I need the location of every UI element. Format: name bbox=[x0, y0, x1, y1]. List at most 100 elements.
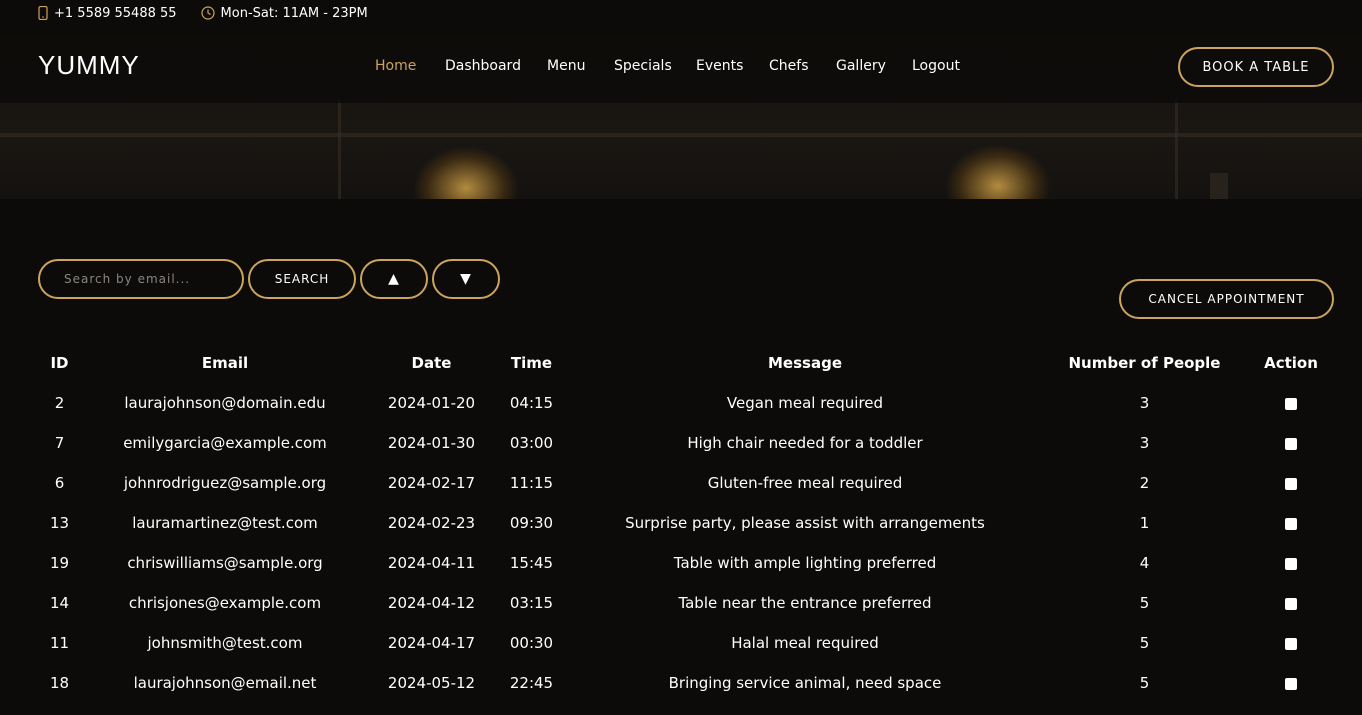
cell-action bbox=[1248, 383, 1334, 423]
header-people: Number of People bbox=[1068, 354, 1221, 372]
cell-time: 15:45 bbox=[509, 554, 554, 572]
table-row: 7 emilygarcia@example.com 2024-01-30 03:00 H… bbox=[38, 423, 1334, 463]
cell-people: 4 bbox=[1139, 554, 1150, 572]
header-action: Action bbox=[1264, 354, 1318, 372]
cell-time: 03:15 bbox=[509, 594, 554, 612]
select-checkbox[interactable] bbox=[1285, 397, 1297, 410]
nav-events[interactable]: Events bbox=[696, 58, 743, 74]
cell-date: 2024-01-20 bbox=[387, 394, 476, 412]
cell-id: 11 bbox=[49, 634, 70, 652]
nav-specials[interactable]: Specials bbox=[614, 58, 672, 74]
reservations-table: ID Email Date Time Message Number of Peo… bbox=[38, 343, 1334, 703]
nav-menu[interactable]: Menu bbox=[547, 58, 585, 74]
cell-people: 5 bbox=[1139, 674, 1150, 692]
site-header bbox=[0, 38, 1362, 103]
brand-logo[interactable]: YUMMY bbox=[38, 50, 140, 81]
cell-message: Bringing service animal, need space bbox=[668, 674, 942, 692]
search-button[interactable]: SEARCH bbox=[248, 259, 356, 299]
table-row: 14 chrisjones@example.com 2024-04-12 03:15 T… bbox=[38, 583, 1334, 623]
cell-action bbox=[1248, 503, 1334, 543]
cell-action bbox=[1248, 623, 1334, 663]
table-header-row: ID Email Date Time Message Number of Peo… bbox=[38, 343, 1334, 383]
nav-logout[interactable]: Logout bbox=[912, 58, 960, 74]
cell-date: 2024-04-12 bbox=[387, 594, 476, 612]
cell-action bbox=[1248, 663, 1334, 703]
cell-action bbox=[1248, 463, 1334, 503]
cell-id: 18 bbox=[49, 674, 70, 692]
cell-time: 22:45 bbox=[509, 674, 554, 692]
cell-email: laurajohnson@email.net bbox=[133, 674, 317, 692]
cell-email: laurajohnson@domain.edu bbox=[124, 394, 326, 412]
nav-chefs[interactable]: Chefs bbox=[769, 58, 808, 74]
cell-time: 11:15 bbox=[509, 474, 554, 492]
select-checkbox[interactable] bbox=[1285, 677, 1297, 690]
phone-info: +1 5589 55488 55 bbox=[38, 6, 177, 21]
cell-id: 19 bbox=[49, 554, 70, 572]
search-email-input[interactable] bbox=[38, 259, 244, 299]
table-row: 11 johnsmith@test.com 2024-04-17 00:30 Halal… bbox=[38, 623, 1334, 663]
top-info-bar: +1 5589 55488 55 Mon-Sat: 11AM - 23PM bbox=[0, 0, 1362, 26]
cancel-appointment-button[interactable]: CANCEL APPOINTMENT bbox=[1119, 279, 1334, 319]
cell-message: Surprise party, please assist with arran… bbox=[625, 514, 985, 532]
table-row: 13 lauramartinez@test.com 2024-02-23 09:30 S… bbox=[38, 503, 1334, 543]
cell-people: 3 bbox=[1139, 434, 1150, 452]
cell-people: 3 bbox=[1139, 394, 1150, 412]
cell-action bbox=[1248, 583, 1334, 623]
table-row: 18 laurajohnson@email.net 2024-05-12 22:45 B… bbox=[38, 663, 1334, 703]
cell-message: Halal meal required bbox=[731, 634, 879, 652]
cell-date: 2024-02-23 bbox=[387, 514, 476, 532]
sort-descending-button[interactable]: ▼ bbox=[432, 259, 500, 299]
header-date: Date bbox=[411, 354, 452, 372]
cell-people: 5 bbox=[1139, 594, 1150, 612]
cell-time: 03:00 bbox=[509, 434, 554, 452]
opening-hours: Mon-Sat: 11AM - 23PM bbox=[220, 5, 368, 21]
nav-gallery[interactable]: Gallery bbox=[836, 58, 886, 74]
header-id: ID bbox=[50, 354, 69, 372]
phone-icon bbox=[38, 6, 48, 20]
cell-message: Gluten-free meal required bbox=[707, 474, 903, 492]
select-checkbox[interactable] bbox=[1285, 437, 1297, 450]
cell-id: 13 bbox=[49, 514, 70, 532]
table-row: 2 laurajohnson@domain.edu 2024-01-20 04:15 V… bbox=[38, 383, 1334, 423]
cell-message: Table near the entrance preferred bbox=[678, 594, 932, 612]
select-checkbox[interactable] bbox=[1285, 637, 1297, 650]
header-email: Email bbox=[201, 354, 249, 372]
table-row: 19 chriswilliams@sample.org 2024-04-11 15:4… bbox=[38, 543, 1334, 583]
select-checkbox[interactable] bbox=[1285, 597, 1297, 610]
select-checkbox[interactable] bbox=[1285, 477, 1297, 490]
cell-email: johnrodriguez@sample.org bbox=[123, 474, 327, 492]
cell-time: 00:30 bbox=[509, 634, 554, 652]
cell-date: 2024-04-11 bbox=[387, 554, 476, 572]
cell-id: 14 bbox=[49, 594, 70, 612]
cell-message: Vegan meal required bbox=[726, 394, 884, 412]
nav-dashboard[interactable]: Dashboard bbox=[445, 58, 521, 74]
cell-id: 6 bbox=[54, 474, 65, 492]
table-row: 6 johnrodriguez@sample.org 2024-02-17 11:15… bbox=[38, 463, 1334, 503]
header-message: Message bbox=[768, 354, 842, 372]
cell-time: 04:15 bbox=[509, 394, 554, 412]
cell-email: lauramartinez@test.com bbox=[132, 514, 318, 532]
cell-date: 2024-02-17 bbox=[387, 474, 476, 492]
cell-date: 2024-04-17 bbox=[387, 634, 476, 652]
sort-ascending-button[interactable]: ▲ bbox=[360, 259, 428, 299]
cell-action bbox=[1248, 423, 1334, 463]
cell-email: johnsmith@test.com bbox=[147, 634, 303, 652]
header-time: Time bbox=[510, 354, 553, 372]
cell-email: chrisjones@example.com bbox=[128, 594, 322, 612]
select-checkbox[interactable] bbox=[1285, 517, 1297, 530]
select-checkbox[interactable] bbox=[1285, 557, 1297, 570]
cell-id: 2 bbox=[54, 394, 65, 412]
hours-info: Mon-Sat: 11AM - 23PM bbox=[200, 5, 368, 21]
book-table-button[interactable]: BOOK A TABLE bbox=[1178, 47, 1334, 87]
phone-number: +1 5589 55488 55 bbox=[54, 5, 177, 21]
cell-id: 7 bbox=[54, 434, 65, 452]
cell-date: 2024-01-30 bbox=[387, 434, 476, 452]
cell-action bbox=[1248, 543, 1334, 583]
nav-home[interactable]: Home bbox=[375, 58, 416, 74]
cell-message: High chair needed for a toddler bbox=[687, 434, 923, 452]
cell-people: 5 bbox=[1139, 634, 1150, 652]
cell-email: emilygarcia@example.com bbox=[123, 434, 327, 452]
clock-icon bbox=[200, 6, 215, 20]
cell-people: 2 bbox=[1139, 474, 1150, 492]
cell-email: chriswilliams@sample.org bbox=[127, 554, 323, 572]
